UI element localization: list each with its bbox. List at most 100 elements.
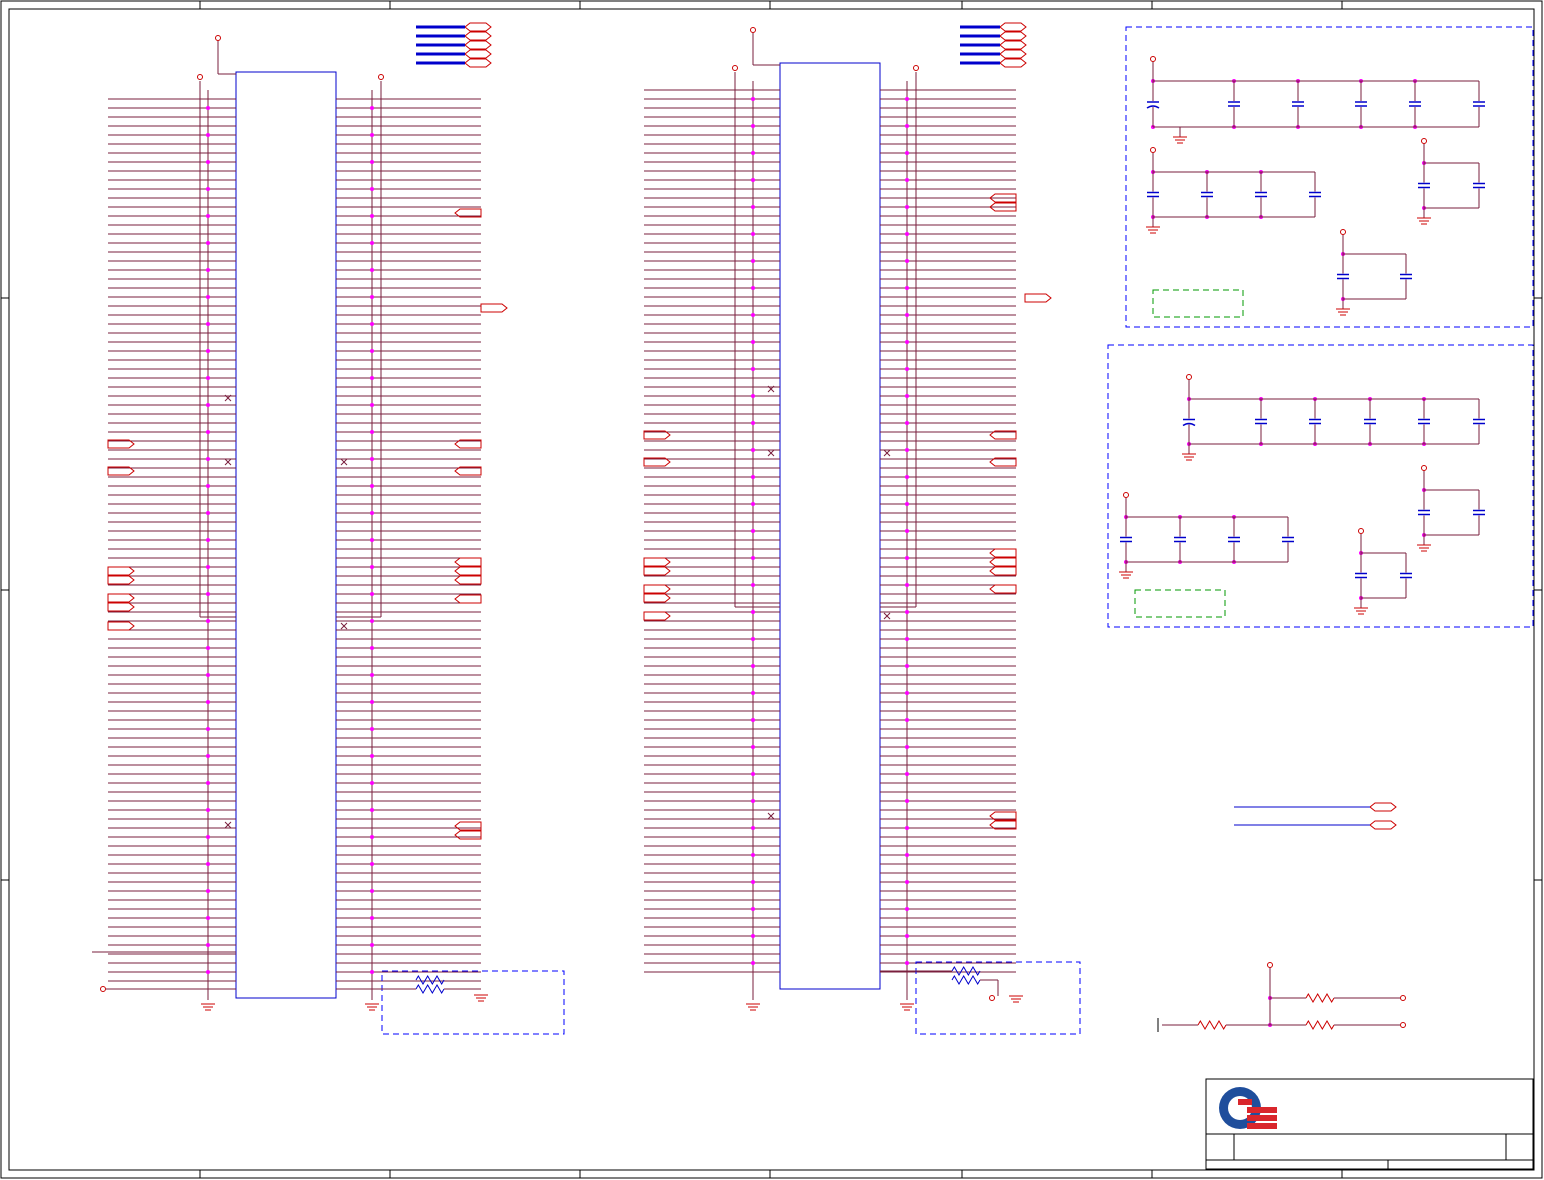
junction-dot-icon bbox=[905, 880, 909, 884]
ground-icon bbox=[474, 994, 488, 1002]
junction-dot-icon bbox=[905, 340, 909, 344]
power-pin-icon bbox=[1267, 962, 1273, 968]
off-page-connector-icon bbox=[643, 566, 671, 576]
off-page-connector-icon bbox=[107, 621, 135, 631]
junction-dot-icon bbox=[751, 178, 755, 182]
off-page-connector-icon bbox=[999, 40, 1027, 50]
off-page-connector-icon bbox=[999, 22, 1027, 32]
off-page-connector-icon bbox=[999, 49, 1027, 59]
off-page-connector-icon bbox=[464, 49, 492, 59]
capacitor-icon bbox=[1282, 536, 1294, 543]
junction-dot-icon bbox=[370, 403, 374, 407]
junction-dot-icon bbox=[370, 943, 374, 947]
junction-dot-icon bbox=[206, 943, 210, 947]
junction-dot-icon bbox=[206, 754, 210, 758]
capacitor-icon bbox=[1418, 509, 1430, 516]
junction-dot-icon bbox=[370, 916, 374, 920]
off-page-connector-icon bbox=[1369, 820, 1397, 830]
junction-dot-icon bbox=[370, 538, 374, 542]
no-connect-icon bbox=[767, 449, 775, 457]
capacitor-icon bbox=[1473, 101, 1485, 107]
junction-dot-icon bbox=[370, 592, 374, 596]
off-page-connector-icon bbox=[107, 575, 135, 585]
decoupling-capacitors bbox=[1120, 62, 1485, 608]
junction-dot-icon bbox=[370, 781, 374, 785]
junction-dot-icon bbox=[206, 187, 210, 191]
junction-dot-icon bbox=[751, 907, 755, 911]
junction-dot-icon bbox=[206, 268, 210, 272]
note-box bbox=[1134, 589, 1226, 618]
junction-dot-icon bbox=[370, 646, 374, 650]
off-page-connector-icon bbox=[989, 584, 1017, 594]
ground-icon bbox=[365, 1003, 379, 1011]
junction-dot-icon bbox=[751, 799, 755, 803]
junction-dot-icon bbox=[751, 124, 755, 128]
junction-dot-icon bbox=[206, 835, 210, 839]
capacitor-icon bbox=[1292, 101, 1304, 107]
power-pin-icon bbox=[989, 995, 995, 1001]
junction-dot-icon bbox=[206, 808, 210, 812]
junction-dot-icon bbox=[905, 826, 909, 830]
power-pin-icon bbox=[1421, 465, 1427, 471]
termination-group bbox=[381, 970, 565, 1035]
junction-dot-icon bbox=[751, 934, 755, 938]
junction-dot-icon bbox=[751, 340, 755, 344]
capacitor-icon bbox=[1174, 536, 1186, 543]
junction-dot-icon bbox=[206, 241, 210, 245]
junction-dot-icon bbox=[206, 214, 210, 218]
junction-dot-icon bbox=[370, 889, 374, 893]
ground-icon bbox=[900, 1003, 914, 1011]
junction-dot-icon bbox=[206, 592, 210, 596]
off-page-connector-icon bbox=[1369, 802, 1397, 812]
off-page-connector-icon bbox=[999, 58, 1027, 68]
junction-dot-icon bbox=[905, 799, 909, 803]
junction-dot-icon bbox=[751, 529, 755, 533]
junction-dot-icon bbox=[206, 457, 210, 461]
junction-dot-icon bbox=[206, 106, 210, 110]
junction-dot-icon bbox=[905, 178, 909, 182]
ground-icon bbox=[201, 1003, 215, 1011]
junction-dot-icon bbox=[905, 718, 909, 722]
junction-dot-icon bbox=[905, 367, 909, 371]
off-page-connector-icon bbox=[480, 303, 508, 313]
junction-dot-icon bbox=[905, 502, 909, 506]
no-connect-icon bbox=[340, 458, 348, 466]
power-pin-icon bbox=[100, 986, 106, 992]
junction-dot-icon bbox=[751, 205, 755, 209]
junction-dot-icon bbox=[370, 727, 374, 731]
junction-dot-icon bbox=[206, 781, 210, 785]
no-connect-icon bbox=[883, 612, 891, 620]
off-page-connector-icon bbox=[107, 593, 135, 603]
power-pin-icon bbox=[215, 35, 221, 41]
junction-dot-icon bbox=[370, 484, 374, 488]
power-pin-icon bbox=[1421, 138, 1427, 144]
capacitor-icon bbox=[1309, 418, 1321, 425]
power-pin-icon bbox=[1123, 492, 1129, 498]
resistor-icon bbox=[415, 984, 445, 994]
junction-dot-icon bbox=[905, 664, 909, 668]
company-logo bbox=[1219, 1087, 1277, 1129]
junction-dot-icon bbox=[905, 97, 909, 101]
junction-dot-icon bbox=[206, 133, 210, 137]
resistor-icon bbox=[1197, 1020, 1227, 1030]
junction-dot-icon bbox=[751, 151, 755, 155]
junction-dot-icon bbox=[751, 313, 755, 317]
junction-dot-icon bbox=[206, 403, 210, 407]
off-page-connector-icon bbox=[454, 821, 482, 831]
resistor-icon bbox=[951, 966, 981, 976]
no-connect-icon bbox=[224, 458, 232, 466]
left-slot-connector bbox=[235, 71, 337, 999]
schematic-sheet bbox=[0, 0, 1543, 1179]
no-connect-icon bbox=[340, 622, 348, 630]
capacitor-icon bbox=[1418, 418, 1430, 425]
junction-dot-icon bbox=[905, 205, 909, 209]
junction-dot-icon bbox=[370, 106, 374, 110]
ground-icon bbox=[1417, 544, 1431, 552]
off-page-connector-icon bbox=[989, 548, 1017, 558]
junction-dot-icon bbox=[751, 394, 755, 398]
junction-dot-icon bbox=[751, 610, 755, 614]
junction-dot-icon bbox=[751, 637, 755, 641]
power-pin-icon bbox=[197, 74, 203, 80]
capacitor-icon bbox=[1309, 191, 1321, 198]
junction-dot-icon bbox=[370, 565, 374, 569]
